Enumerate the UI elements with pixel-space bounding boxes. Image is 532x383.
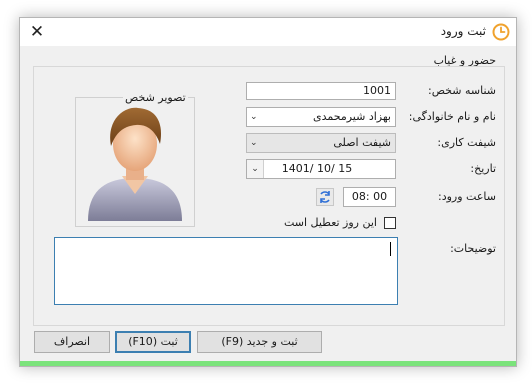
time-input[interactable]: 08: 00 bbox=[343, 187, 396, 207]
name-label: نام و نام خانوادگی: bbox=[408, 110, 496, 123]
person-id-label: شناسه شخص: bbox=[428, 84, 496, 97]
cancel-button[interactable]: انصراف bbox=[34, 331, 110, 353]
save-button[interactable]: ثبت (F10) bbox=[115, 331, 191, 353]
shift-value: شیفت اصلی bbox=[333, 136, 391, 149]
person-photo bbox=[75, 97, 195, 227]
date-picker[interactable]: ⌄ 1401/ 10/ 15 bbox=[246, 159, 396, 179]
clock-icon bbox=[492, 23, 510, 41]
status-strip bbox=[20, 361, 516, 366]
window-title: ثبت ورود bbox=[440, 24, 486, 38]
refresh-icon bbox=[320, 191, 330, 203]
date-value: 1401/ 10/ 15 bbox=[281, 162, 353, 175]
person-id-input[interactable]: 1001 bbox=[246, 82, 396, 100]
save-and-new-button[interactable]: ثبت و جدید (F9) bbox=[197, 331, 322, 353]
chevron-down-icon: ⌄ bbox=[250, 138, 258, 148]
notes-label: توضیحات: bbox=[450, 242, 496, 255]
person-avatar-icon bbox=[88, 107, 182, 221]
shift-select[interactable]: شیفت اصلی ⌄ bbox=[246, 133, 396, 153]
name-select[interactable]: بهزاد شیرمحمدی ⌄ bbox=[246, 107, 396, 127]
title-bar: ✕ ثبت ورود bbox=[20, 18, 516, 46]
close-icon[interactable]: ✕ bbox=[26, 21, 48, 43]
notes-textarea[interactable] bbox=[54, 237, 398, 305]
date-label: تاریخ: bbox=[470, 162, 496, 175]
photo-caption: تصویر شخص bbox=[123, 91, 188, 104]
shift-label: شیفت کاری: bbox=[437, 136, 496, 149]
chevron-down-icon: ⌄ bbox=[250, 112, 258, 122]
dialog-window: ✕ ثبت ورود حضور و غیاب تصویر شخص شناسه ش… bbox=[19, 17, 517, 367]
time-value: 08: 00 bbox=[351, 190, 388, 203]
holiday-label: این روز تعطیل است bbox=[283, 216, 377, 229]
refresh-time-button[interactable] bbox=[316, 188, 334, 206]
holiday-checkbox[interactable] bbox=[384, 217, 396, 229]
person-id-value: 1001 bbox=[363, 84, 391, 97]
time-label: ساعت ورود: bbox=[438, 190, 496, 203]
name-value: بهزاد شیرمحمدی bbox=[313, 110, 391, 123]
text-caret bbox=[390, 242, 391, 256]
